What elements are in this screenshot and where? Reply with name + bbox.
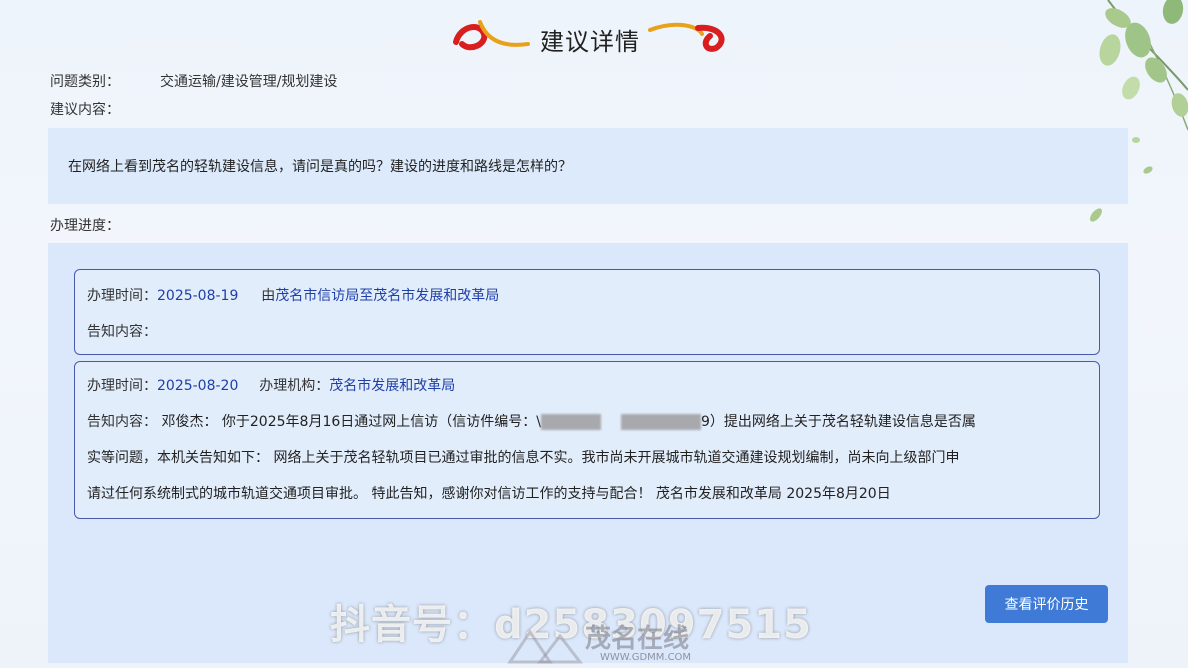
notice-text-part2: 9）提出网络上关于茂名轻轨建设信息是否属 (700, 414, 976, 430)
handle-time-value: 2025-08-19 (157, 288, 239, 304)
progress-card: 办理时间：2025-08-20 办理机构：茂名市发展和改革局 告知内容： 邓俊杰… (74, 361, 1100, 519)
page-title: 建议详情 (540, 28, 640, 56)
progress-card-header: 办理时间：2025-08-20 办理机构：茂名市发展和改革局 (87, 368, 1087, 404)
notice-text-part1: 邓俊杰： 你于2025年8月16日通过网上信访（信访件编号：\ (161, 414, 541, 430)
handle-time-value: 2025-08-20 (157, 378, 239, 394)
notice-label: 告知内容： (87, 324, 157, 340)
page-title-banner: 建议详情 (440, 8, 740, 64)
suggestion-content-box: 在网络上看到茂名的轻轨建设信息，请问是真的吗？建设的进度和路线是怎样的？ (48, 128, 1128, 204)
suggestion-content-text: 在网络上看到茂名的轻轨建设信息，请问是真的吗？建设的进度和路线是怎样的？ (68, 159, 572, 175)
notice-text-line3: 请过任何系统制式的城市轨道交通项目审批。 特此告知，感谢你对信访工作的支持与配合… (87, 486, 891, 502)
progress-label: 办理进度： (50, 218, 120, 234)
content-label: 建议内容： (50, 102, 120, 118)
progress-card-header: 办理时间：2025-08-19 由茂名市信访局至茂名市发展和改革局 (87, 278, 1087, 314)
route-prefix: 由 (261, 288, 276, 304)
category-value: 交通运输/建设管理/规划建设 (160, 74, 338, 90)
org-value: 茂名市发展和改革局 (329, 378, 456, 394)
redacted-block (540, 414, 601, 430)
category-label: 问题类别： (50, 74, 120, 90)
handle-time-label: 办理时间： (87, 378, 157, 394)
site-url-watermark: WWW.GDMM.COM (600, 652, 692, 663)
redacted-block (620, 414, 701, 430)
org-label: 办理机构： (259, 378, 330, 394)
progress-card: 办理时间：2025-08-19 由茂名市信访局至茂名市发展和改革局 告知内容： (74, 269, 1100, 355)
handle-time-label: 办理时间： (87, 288, 157, 304)
view-review-history-button[interactable]: 查看评价历史 (985, 585, 1108, 623)
notice-text-line2: 实等问题，本机关告知如下： 网络上关于茂名轻轨项目已通过审批的信息不实。我市尚未… (87, 450, 960, 466)
route-value: 茂名市信访局至茂名市发展和改革局 (275, 288, 500, 304)
leaf-decoration (1090, 0, 1188, 222)
site-name-watermark: 茂名在线 (585, 624, 690, 654)
notice-label: 告知内容： (87, 414, 157, 430)
